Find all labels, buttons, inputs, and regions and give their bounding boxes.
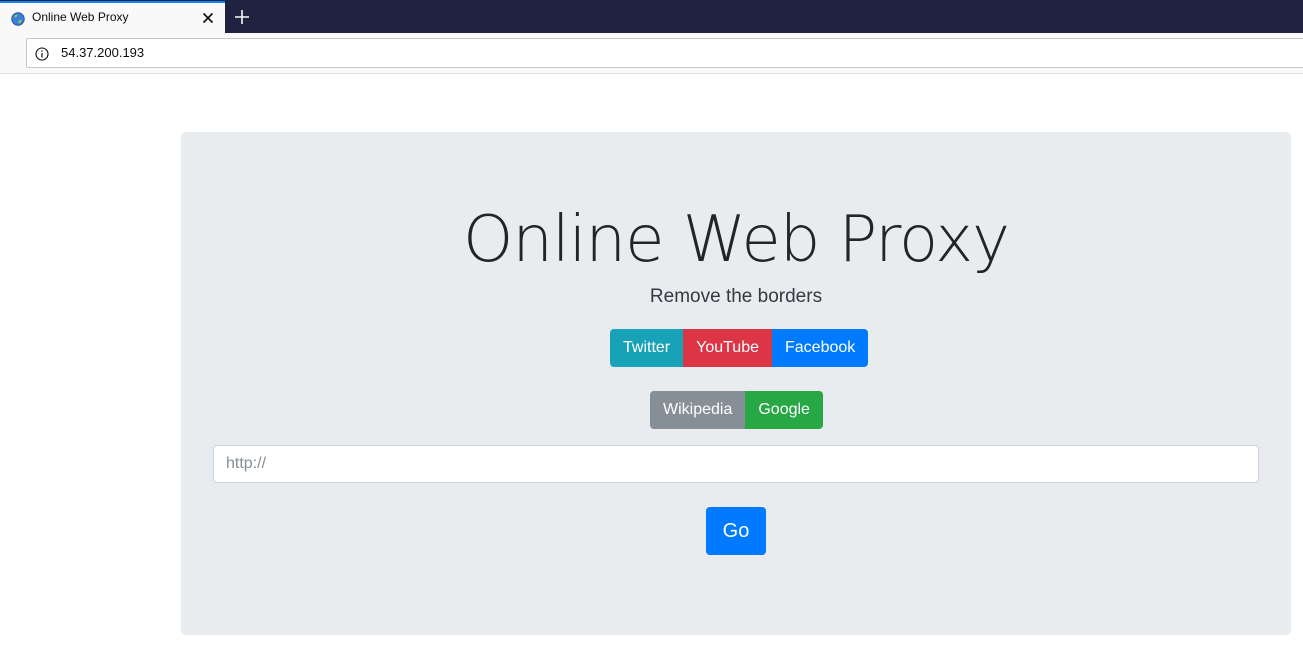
tab-title: Online Web Proxy — [32, 10, 129, 24]
page-title: Online Web Proxy — [463, 203, 1010, 277]
url-input[interactable] — [213, 445, 1259, 483]
google-button[interactable]: Google — [745, 391, 823, 429]
twitter-button[interactable]: Twitter — [610, 329, 684, 367]
jumbotron: Online Web Proxy Remove the borders Twit… — [181, 132, 1291, 635]
tab-strip: Online Web Proxy — [0, 0, 1303, 33]
plus-icon[interactable] — [229, 4, 255, 30]
quick-links-row-2: Wikipedia Google — [650, 391, 823, 429]
wikipedia-button[interactable]: Wikipedia — [650, 391, 746, 429]
quick-links-row-1: Twitter YouTube Facebook — [610, 329, 869, 367]
facebook-button[interactable]: Facebook — [772, 329, 869, 367]
close-icon[interactable] — [199, 9, 217, 27]
youtube-button[interactable]: YouTube — [683, 329, 772, 367]
nav-bar: 54.37.200.193 — [0, 33, 1303, 74]
tab-active[interactable]: Online Web Proxy — [0, 1, 225, 33]
page-subtitle: Remove the borders — [649, 286, 823, 307]
url-text[interactable]: 54.37.200.193 — [61, 45, 144, 60]
go-button[interactable]: Go — [706, 507, 766, 555]
info-icon[interactable] — [35, 46, 49, 61]
globe-icon — [11, 11, 25, 26]
address-bar[interactable]: 54.37.200.193 — [26, 38, 1303, 68]
